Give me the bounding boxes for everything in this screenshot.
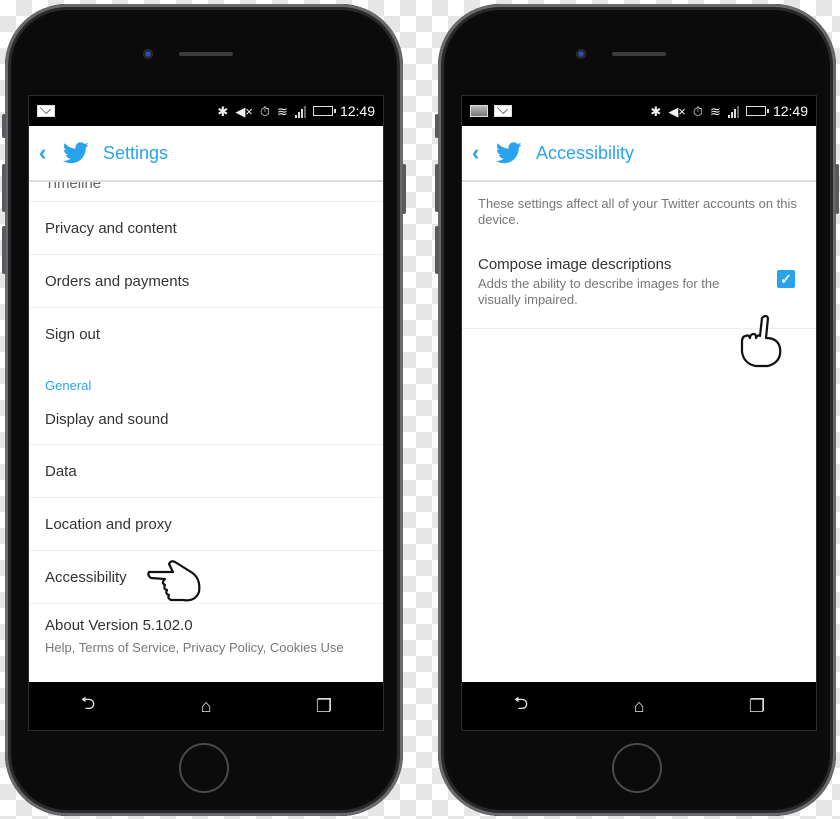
volume-down-button: [2, 226, 6, 274]
power-button: [835, 164, 839, 214]
back-icon[interactable]: ⮌: [68, 691, 108, 721]
earpiece-speaker: [179, 52, 233, 56]
list-item-display-sound[interactable]: Display and sound: [29, 401, 383, 445]
list-item-label: Sign out: [45, 326, 101, 343]
volume-up-button: [2, 164, 6, 212]
pointing-hand-icon: [147, 560, 201, 602]
list-item-label: Display and sound: [45, 411, 169, 428]
front-camera: [576, 49, 586, 59]
home-icon[interactable]: ⌂: [619, 696, 659, 717]
list-item-location[interactable]: Location and proxy: [29, 498, 383, 551]
wifi-icon: ≋: [710, 103, 721, 119]
checkmark-icon: ✓: [780, 270, 792, 287]
list-item-privacy[interactable]: Privacy and content: [29, 202, 383, 255]
front-camera: [143, 49, 153, 59]
home-icon[interactable]: ⌂: [186, 696, 226, 717]
recents-icon[interactable]: ❐: [304, 696, 344, 717]
status-time: 12:49: [339, 103, 375, 119]
section-header-general: General: [45, 378, 92, 393]
battery-icon: [745, 106, 769, 116]
pref-title: Compose image descriptions: [478, 256, 672, 273]
screen-settings: ✱ ◀× ⏱ ≋ 12:49 ‹ Settings Timeline Priva…: [28, 95, 384, 731]
phone-right: ✱ ◀× ⏱ ≋ 12:49 ‹ Accessibility These set…: [435, 4, 839, 816]
list-item-orders[interactable]: Orders and payments: [29, 255, 383, 308]
alarm-icon: ⏱: [692, 103, 704, 119]
mute-switch: [435, 114, 439, 138]
mute-icon: ◀×: [235, 103, 253, 119]
list-item-data[interactable]: Data: [29, 445, 383, 498]
list-item-label: Location and proxy: [45, 515, 172, 533]
page-title: Settings: [103, 142, 169, 163]
settings-list: Timeline Privacy and content Orders and …: [29, 182, 383, 668]
twitter-bird-icon: [63, 142, 89, 164]
earpiece-speaker: [612, 52, 666, 56]
pref-subtitle: Adds the ability to describe images for …: [478, 276, 720, 307]
volume-up-button: [435, 164, 439, 212]
status-bar: ✱ ◀× ⏱ ≋ 12:49: [29, 96, 383, 126]
about-subtitle: Help, Terms of Service, Privacy Policy, …: [45, 640, 344, 655]
mail-notification-icon: [494, 105, 512, 117]
back-icon[interactable]: ⮌: [501, 691, 541, 721]
list-item-label: Data: [45, 462, 77, 480]
phone-left: ✱ ◀× ⏱ ≋ 12:49 ‹ Settings Timeline Priva…: [2, 4, 406, 816]
page-title: Accessibility: [536, 142, 635, 163]
image-notification-icon: [470, 105, 488, 117]
app-bar: ‹ Accessibility: [462, 126, 816, 182]
android-nav-bar: ⮌ ⌂ ❐: [29, 682, 383, 730]
list-item-label: Privacy and content: [45, 219, 177, 237]
volume-down-button: [435, 226, 439, 274]
accounts-info-text: These settings affect all of your Twitte…: [478, 196, 797, 227]
signal-icon: [294, 105, 306, 118]
screen-accessibility: ✱ ◀× ⏱ ≋ 12:49 ‹ Accessibility These set…: [461, 95, 817, 731]
compose-image-descriptions-checkbox[interactable]: ✓: [777, 270, 795, 288]
wifi-icon: ≋: [277, 103, 288, 119]
list-item-about[interactable]: About Version 5.102.0 Help, Terms of Ser…: [29, 604, 383, 668]
app-bar: ‹ Settings: [29, 126, 383, 182]
mail-notification-icon: [37, 105, 55, 117]
status-time: 12:49: [772, 103, 808, 119]
home-button[interactable]: [179, 743, 229, 793]
recents-icon[interactable]: ❐: [737, 696, 777, 717]
chevron-left-icon[interactable]: ‹: [39, 140, 59, 166]
list-item-timeline[interactable]: Timeline: [29, 182, 383, 202]
mute-icon: ◀×: [668, 103, 686, 119]
bluetooth-icon: ✱: [217, 103, 229, 119]
list-item-label: Accessibility: [45, 568, 127, 586]
signal-icon: [727, 105, 739, 118]
bluetooth-icon: ✱: [650, 103, 662, 119]
about-title: About Version 5.102.0: [45, 617, 193, 634]
twitter-bird-icon: [496, 142, 522, 164]
status-bar: ✱ ◀× ⏱ ≋ 12:49: [462, 96, 816, 126]
list-item-accessibility[interactable]: Accessibility: [29, 551, 383, 604]
battery-icon: [312, 106, 336, 116]
power-button: [402, 164, 406, 214]
home-button[interactable]: [612, 743, 662, 793]
mute-switch: [2, 114, 6, 138]
list-item-label: Orders and payments: [45, 272, 190, 290]
tapping-hand-icon: [740, 314, 782, 368]
android-nav-bar: ⮌ ⌂ ❐: [462, 682, 816, 730]
list-item-label: Timeline: [45, 182, 102, 192]
chevron-left-icon[interactable]: ‹: [472, 140, 492, 166]
alarm-icon: ⏱: [259, 103, 271, 119]
list-item-sign-out[interactable]: Sign out: [29, 308, 383, 361]
